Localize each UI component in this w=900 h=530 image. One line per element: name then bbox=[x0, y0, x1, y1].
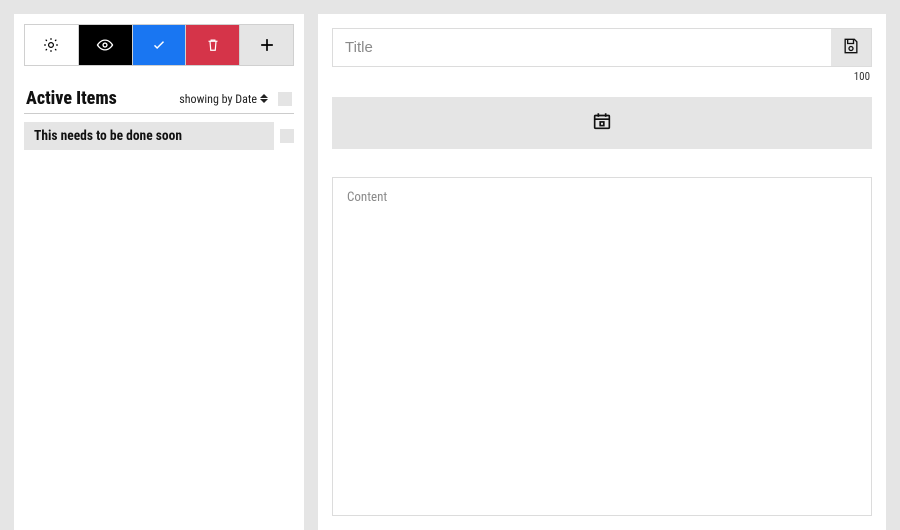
title-row bbox=[332, 28, 872, 67]
list-item: This needs to be done soon bbox=[24, 122, 294, 150]
tab-add[interactable] bbox=[240, 25, 293, 65]
gear-icon bbox=[42, 36, 60, 54]
title-input[interactable] bbox=[333, 29, 831, 66]
section-title: Active Items bbox=[26, 88, 117, 109]
item-title[interactable]: This needs to be done soon bbox=[24, 122, 274, 150]
header-toggle[interactable] bbox=[278, 92, 292, 106]
save-icon bbox=[841, 36, 861, 60]
view-tabs bbox=[24, 24, 294, 66]
content-textarea[interactable] bbox=[332, 177, 872, 516]
check-icon bbox=[150, 36, 168, 54]
trash-icon bbox=[204, 36, 222, 54]
item-toggle[interactable] bbox=[280, 129, 294, 143]
app-root: Active Items showing by Date This needs … bbox=[0, 0, 900, 530]
tab-trash[interactable] bbox=[186, 25, 240, 65]
sort-label[interactable]: showing by Date bbox=[179, 92, 257, 106]
tab-settings[interactable] bbox=[25, 25, 79, 65]
side-panel: Active Items showing by Date This needs … bbox=[14, 14, 304, 530]
section-header: Active Items showing by Date bbox=[24, 88, 294, 114]
plus-icon bbox=[257, 35, 277, 55]
save-button[interactable] bbox=[831, 29, 871, 66]
editor-panel: 100 bbox=[318, 14, 886, 530]
tab-done[interactable] bbox=[133, 25, 187, 65]
tab-view[interactable] bbox=[79, 25, 133, 65]
calendar-icon bbox=[591, 110, 613, 136]
title-char-counter: 100 bbox=[854, 70, 872, 83]
eye-icon bbox=[96, 36, 114, 54]
sort-arrows-icon[interactable] bbox=[260, 93, 268, 105]
date-picker-button[interactable] bbox=[332, 97, 872, 149]
